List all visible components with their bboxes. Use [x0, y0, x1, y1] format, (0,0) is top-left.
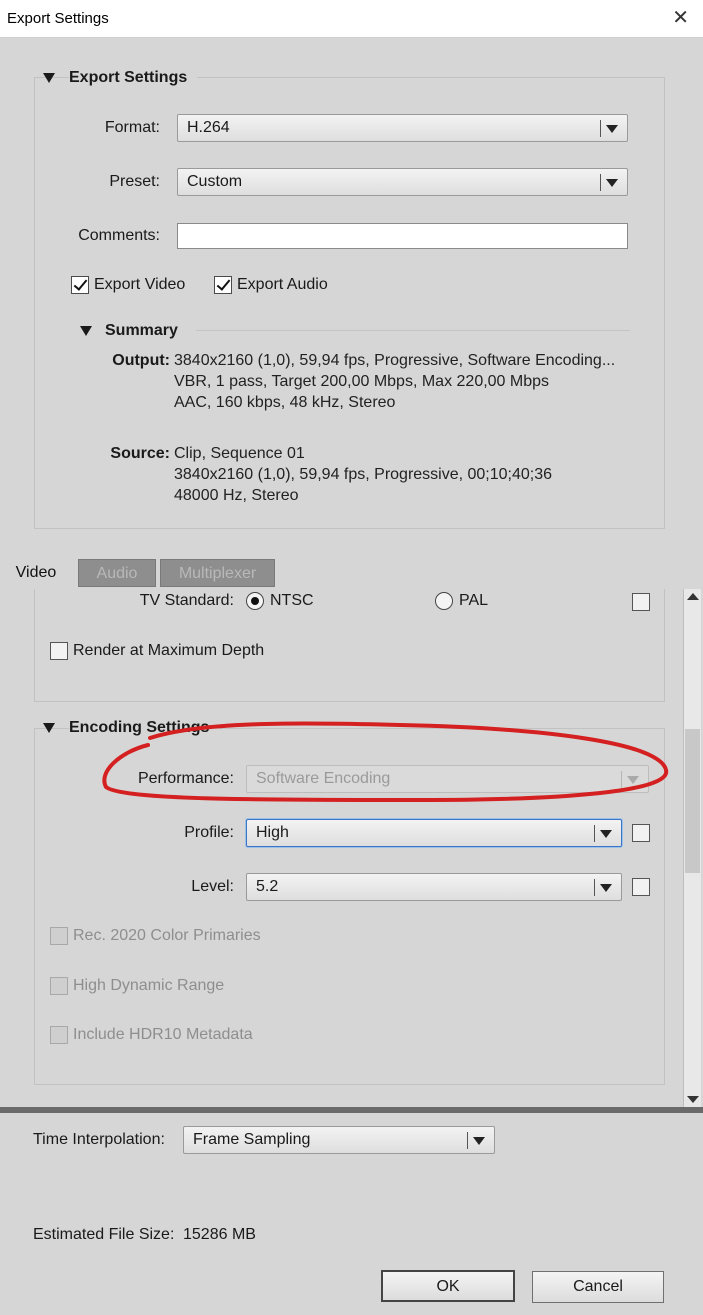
- export-audio-label[interactable]: Export Audio: [237, 276, 328, 294]
- ok-button[interactable]: OK: [381, 1270, 515, 1302]
- performance-dropdown: Software Encoding: [246, 765, 649, 793]
- profile-match-checkbox[interactable]: [632, 824, 650, 842]
- hdr-label: High Dynamic Range: [73, 977, 225, 994]
- tab-video[interactable]: Video: [0, 559, 72, 587]
- render-max-depth-label[interactable]: Render at Maximum Depth: [73, 642, 264, 660]
- export-video-label[interactable]: Export Video: [94, 276, 185, 294]
- tab-audio[interactable]: Audio: [78, 559, 156, 587]
- summary-heading: Summary: [105, 322, 178, 339]
- estimated-file-size-label: Estimated File Size:: [33, 1226, 175, 1243]
- level-dropdown[interactable]: 5.2: [246, 873, 622, 901]
- close-icon[interactable]: ✕: [672, 7, 689, 29]
- export-settings-heading: Export Settings: [69, 69, 198, 87]
- hdr10-checkbox: [50, 1026, 68, 1044]
- source-line-2: 3840x2160 (1,0), 59,94 fps, Progressive,…: [174, 466, 553, 483]
- rec2020-label: Rec. 2020 Color Primaries: [73, 927, 261, 944]
- level-match-checkbox[interactable]: [632, 878, 650, 896]
- video-panel-scrollbar[interactable]: [683, 589, 701, 1107]
- ntsc-radio[interactable]: [246, 592, 264, 610]
- scroll-thumb[interactable]: [685, 729, 700, 873]
- performance-value: Software Encoding: [256, 770, 391, 787]
- scroll-up-icon[interactable]: [687, 593, 699, 600]
- output-line-1: 3840x2160 (1,0), 59,94 fps, Progressive,…: [174, 352, 616, 369]
- format-value: H.264: [187, 119, 230, 136]
- chevron-down-icon: [600, 884, 612, 892]
- chevron-down-icon: [600, 830, 612, 838]
- profile-value: High: [256, 824, 289, 841]
- tv-standard-label: TV Standard:: [139, 592, 234, 609]
- encoding-settings-heading: Encoding Settings: [69, 719, 220, 737]
- performance-label: Performance:: [137, 770, 234, 787]
- rec2020-checkbox: [50, 927, 68, 945]
- collapse-summary-icon[interactable]: [80, 326, 92, 336]
- format-dropdown[interactable]: H.264: [177, 114, 628, 142]
- hdr-checkbox: [50, 977, 68, 995]
- comments-label: Comments:: [78, 227, 160, 244]
- output-line-3: AAC, 160 kbps, 48 kHz, Stereo: [174, 394, 396, 411]
- profile-dropdown[interactable]: High: [246, 819, 622, 847]
- chevron-down-icon: [606, 179, 618, 187]
- export-audio-checkbox[interactable]: [214, 276, 232, 294]
- tab-multiplexer[interactable]: Multiplexer: [160, 559, 275, 587]
- preset-label: Preset:: [109, 173, 160, 190]
- time-interpolation-label: Time Interpolation:: [33, 1131, 165, 1148]
- source-line-1: Clip, Sequence 01: [174, 445, 305, 462]
- ntsc-label[interactable]: NTSC: [270, 592, 314, 610]
- render-max-depth-checkbox[interactable]: [50, 642, 68, 660]
- hdr10-label: Include HDR10 Metadata: [73, 1026, 253, 1043]
- output-line-2: VBR, 1 pass, Target 200,00 Mbps, Max 220…: [174, 373, 550, 390]
- format-label: Format:: [104, 119, 160, 136]
- title-bar: Export Settings ✕: [0, 0, 703, 38]
- collapse-encoding-settings-icon[interactable]: [43, 723, 55, 733]
- preset-value: Custom: [187, 173, 243, 190]
- chevron-down-icon: [627, 776, 639, 784]
- chevron-down-icon: [473, 1137, 485, 1145]
- scroll-down-icon[interactable]: [687, 1096, 699, 1103]
- time-interpolation-value: Frame Sampling: [193, 1131, 311, 1148]
- collapse-export-settings-icon[interactable]: [43, 73, 55, 83]
- chevron-down-icon: [606, 125, 618, 133]
- preset-dropdown[interactable]: Custom: [177, 168, 628, 196]
- profile-label: Profile:: [184, 824, 234, 841]
- output-label: Output:: [112, 352, 170, 369]
- pal-label[interactable]: PAL: [459, 592, 488, 610]
- window-title: Export Settings: [7, 10, 109, 27]
- source-line-3: 48000 Hz, Stereo: [174, 487, 299, 504]
- source-label: Source:: [110, 445, 170, 462]
- pal-radio[interactable]: [435, 592, 453, 610]
- time-interpolation-dropdown[interactable]: Frame Sampling: [183, 1126, 495, 1154]
- comments-field[interactable]: [177, 223, 628, 249]
- tv-standard-match-checkbox[interactable]: [632, 593, 650, 611]
- level-label: Level:: [191, 878, 234, 895]
- cancel-button[interactable]: Cancel: [532, 1271, 664, 1303]
- estimated-file-size-value: 15286 MB: [183, 1226, 256, 1243]
- export-video-checkbox[interactable]: [71, 276, 89, 294]
- panel-splitter[interactable]: [0, 1107, 703, 1113]
- summary-divider: [196, 330, 630, 331]
- level-value: 5.2: [256, 878, 279, 895]
